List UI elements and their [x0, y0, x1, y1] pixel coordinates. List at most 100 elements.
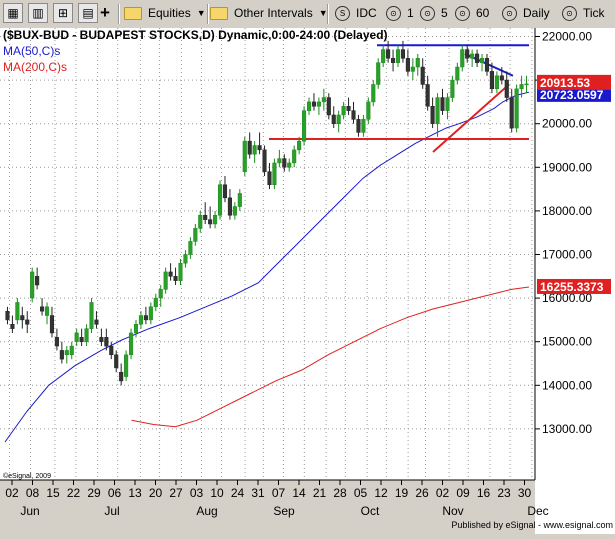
x-tick-label: 28: [333, 486, 347, 500]
month-label: Sep: [273, 504, 295, 518]
interval-tick[interactable]: ⊙ Tick: [562, 3, 605, 23]
candle-body: [410, 66, 415, 72]
candle-body: [514, 88, 519, 129]
other-intervals-dropdown[interactable]: Other Intervals ▼: [210, 3, 328, 23]
x-tick-label: 30: [518, 486, 532, 500]
x-tick-label: 07: [272, 486, 286, 500]
candle-body: [208, 219, 213, 225]
candle-body: [35, 276, 40, 286]
candle-body: [504, 79, 509, 98]
interval-5[interactable]: ⊙ 5: [420, 3, 448, 23]
equities-dropdown[interactable]: Equities ▼: [124, 3, 206, 23]
candle-body: [143, 315, 148, 321]
month-label: Oct: [361, 504, 380, 518]
candle-body: [356, 119, 361, 133]
x-tick-label: 22: [67, 486, 81, 500]
x-tick-label: 19: [395, 486, 409, 500]
candle-body: [292, 149, 297, 164]
month-label: Jul: [104, 504, 119, 518]
y-tick-label: 13000.00: [542, 422, 592, 436]
candle-body: [336, 114, 341, 124]
folder-icon: [210, 6, 228, 20]
candle-body: [124, 354, 129, 377]
ma50-value: 20723.0597: [540, 88, 604, 102]
footer-publisher: Published by eSignal - www.esignal.com: [451, 520, 613, 530]
candle-body: [109, 345, 114, 356]
y-tick-label: 14000.00: [542, 378, 592, 392]
x-tick-label: 31: [251, 486, 265, 500]
interval-1[interactable]: ⊙ 1: [386, 3, 414, 23]
candle-body: [405, 58, 410, 72]
x-tick-label: 09: [456, 486, 470, 500]
candle-body: [366, 101, 371, 120]
chart-window-icon[interactable]: ▦: [3, 3, 23, 23]
stock-chart[interactable]: 13000.0014000.0015000.0016000.0017000.00…: [0, 28, 615, 534]
candle-body: [341, 106, 346, 116]
x-tick-label: 08: [26, 486, 40, 500]
candle-body: [361, 119, 366, 133]
clock-icon: ⊙: [420, 5, 435, 21]
candle-body: [415, 58, 420, 68]
insert-study-icon[interactable]: ⊞: [53, 3, 73, 23]
y-tick-label: 20000.00: [542, 117, 592, 131]
candle-body: [44, 306, 50, 316]
candle-body: [10, 324, 15, 329]
candle-body: [15, 302, 20, 321]
candle-body: [193, 228, 198, 242]
copyright: ©eSignal, 2009: [3, 472, 51, 480]
candle-body: [203, 215, 208, 220]
x-tick-label: 16: [477, 486, 491, 500]
candle-body: [129, 332, 134, 356]
candle-body: [470, 53, 475, 59]
candle-body: [168, 271, 173, 277]
candle-body: [306, 101, 312, 111]
chart-type-icon[interactable]: ▥: [28, 3, 48, 23]
candle-body: [138, 315, 143, 325]
candle-body: [277, 158, 282, 164]
clock-icon: ⊙: [455, 5, 470, 21]
candle-body: [282, 158, 287, 168]
candle-body: [49, 315, 55, 334]
x-tick-label: 15: [46, 486, 60, 500]
candle-body: [242, 140, 247, 172]
candle-body: [499, 75, 504, 81]
interval-daily[interactable]: ⊙ Daily: [502, 3, 550, 23]
interval-60[interactable]: ⊙ 60: [455, 3, 489, 23]
x-tick-label: 23: [497, 486, 511, 500]
add-icon[interactable]: +: [100, 3, 110, 23]
x-tick-label: 20: [149, 486, 163, 500]
legend-ma200: MA(200,C)s: [3, 60, 67, 74]
toolbar: ▦ ▥ ⊞ ▤ + Equities ▼ Other Intervals ▼ S…: [0, 0, 615, 29]
candle-body: [252, 145, 257, 155]
candle-body: [247, 140, 252, 155]
y-tick-label: 18000.00: [542, 204, 592, 218]
y-tick-label: 19000.00: [542, 160, 592, 174]
month-label: Aug: [196, 504, 217, 518]
candle-body: [178, 262, 183, 281]
candle-body: [287, 162, 292, 168]
y-tick-label: 17000.00: [542, 248, 592, 262]
candle-body: [153, 297, 158, 308]
candle-body: [435, 97, 440, 124]
interval-idc[interactable]: S IDC: [335, 3, 377, 23]
x-tick-label: 12: [374, 486, 388, 500]
candle-body: [455, 66, 460, 81]
candle-body: [445, 97, 450, 111]
candle-body: [158, 289, 163, 299]
chart-title: ($BUX-BUD - BUDAPEST STOCKS,D) Dynamic,0…: [3, 28, 388, 42]
candle-body: [489, 71, 494, 90]
candle-body: [59, 350, 64, 360]
candle-body: [440, 97, 445, 111]
candle-body: [376, 62, 381, 85]
x-tick-label: 02: [436, 486, 450, 500]
last-price-value: 20913.53: [540, 76, 590, 90]
candle-body: [386, 49, 391, 59]
candle-body: [262, 149, 267, 172]
candle-body: [425, 84, 430, 107]
properties-icon[interactable]: ▤: [78, 3, 98, 23]
candle-body: [74, 332, 79, 342]
candle-body: [99, 337, 104, 342]
candle-body: [316, 101, 321, 107]
candle-body: [25, 319, 30, 325]
candle-body: [104, 337, 109, 347]
